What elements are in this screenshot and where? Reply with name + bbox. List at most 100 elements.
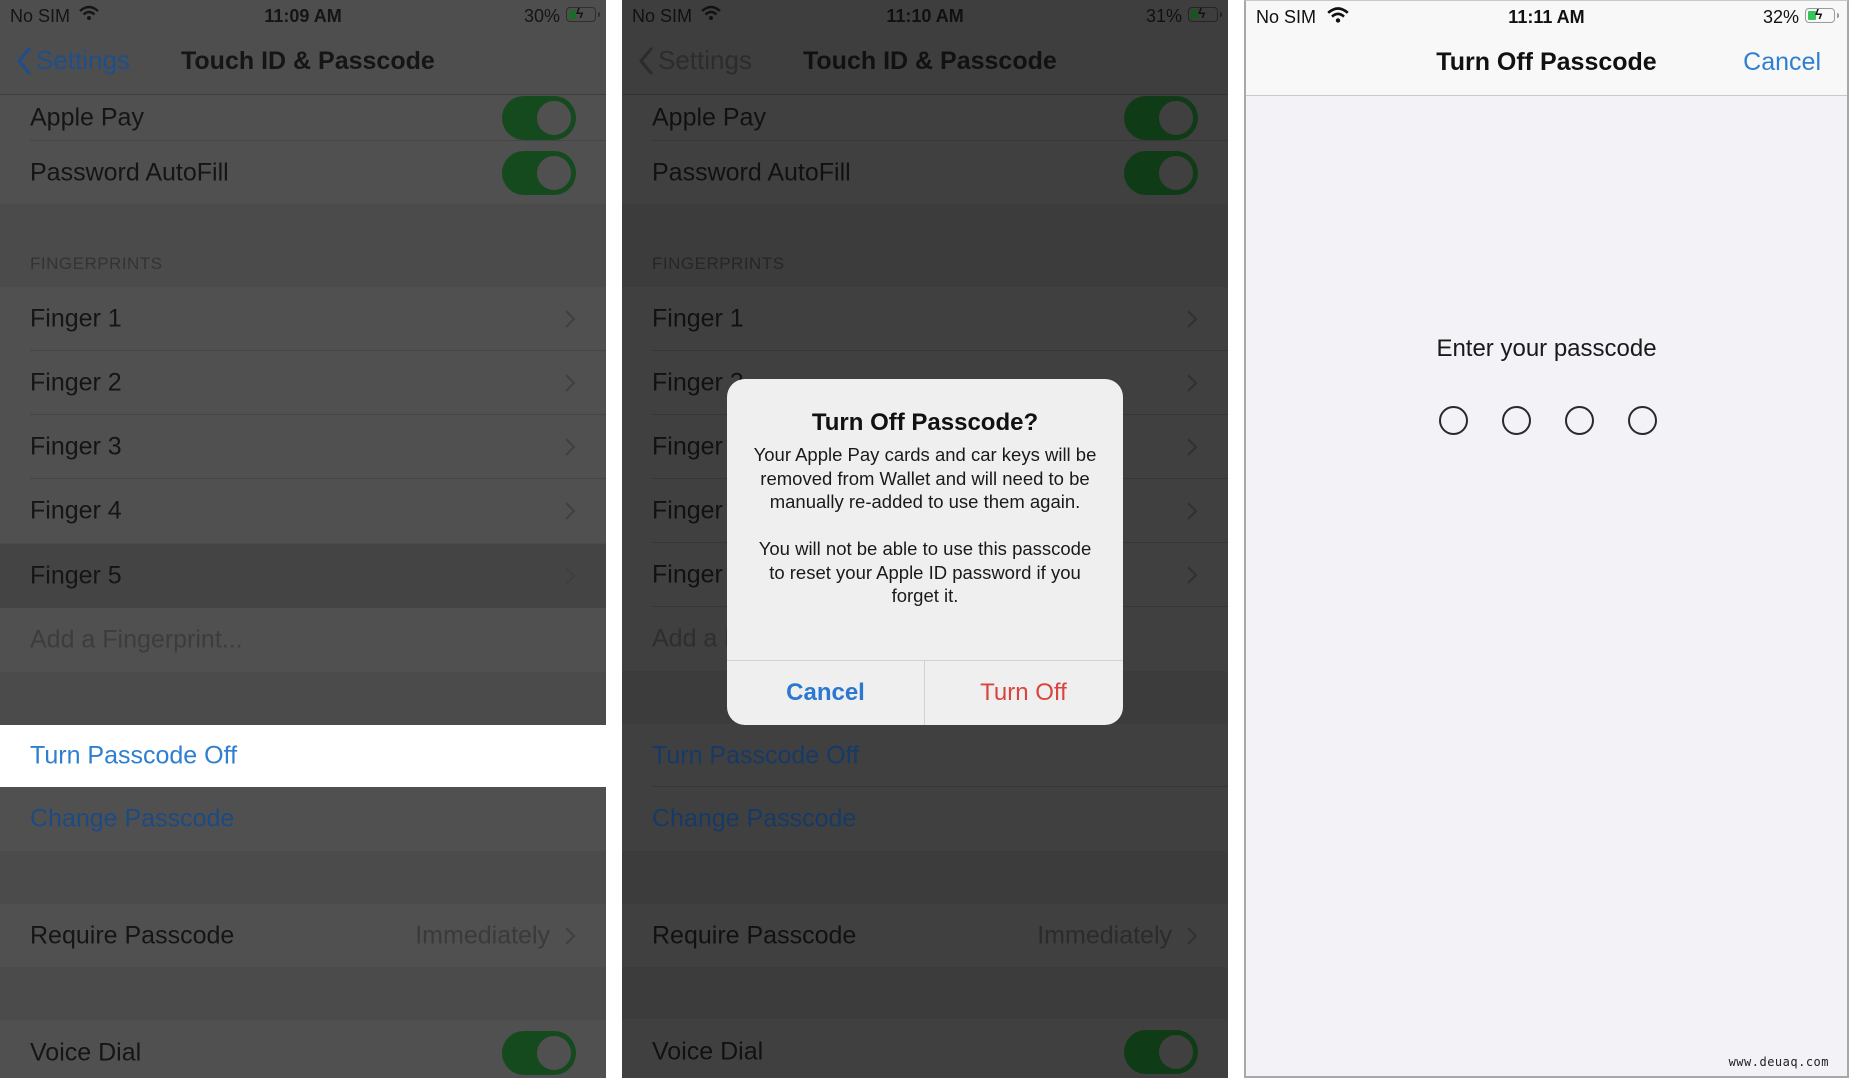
voice-dial-toggle[interactable] [502,1031,576,1075]
chevron-right-icon [1187,502,1198,520]
chevron-right-icon [1187,926,1198,945]
navigation-bar: Settings Touch ID & Passcode [622,32,1228,95]
row-label: Turn Passcode Off [652,741,860,769]
require-passcode-value: Immediately [1037,921,1172,949]
finger-row[interactable]: Finger 2 [0,351,606,415]
password-autofill-toggle[interactable] [502,150,576,195]
passcode-digit-indicator [1628,406,1657,435]
require-passcode-row[interactable]: Require Passcode Immediately [622,904,1228,967]
clock: 11:10 AM [886,6,964,26]
back-button[interactable]: Settings [638,45,752,76]
require-passcode-value: Immediately [415,921,550,949]
chevron-right-icon [565,438,576,456]
chevron-right-icon [1187,438,1198,456]
chevron-right-icon [1187,310,1198,328]
alert-title: Turn Off Passcode? [811,409,1039,436]
battery-charging-icon: ϟ [1805,6,1839,23]
battery-percent: 30% [523,6,560,26]
chevron-left-icon [639,46,653,75]
page-title: Touch ID & Passcode [181,47,435,75]
change-passcode-button[interactable]: Change Passcode [622,787,1228,851]
row-label: Finger 2 [30,368,122,397]
finger-row[interactable]: Finger 1 [0,287,606,351]
turn-off-passcode-alert: Turn Off Passcode? Your Apple Pay cards … [727,379,1123,725]
finger-row[interactable]: Finger 1 [622,287,1228,351]
settings-screen-touch-id-passcode: No SIM 11:09 AM 30% ϟ Settings Touch ID … [0,0,606,1078]
watermark: www.deuaq.com [1728,1055,1829,1069]
row-label: Finger 3 [30,432,122,461]
alert-message-paragraph: Your Apple Pay cards and car keys will b… [753,444,1097,512]
row-label: Finger 1 [652,304,744,333]
turn-passcode-off-button[interactable]: Turn Passcode Off [622,724,1228,787]
row-label: Turn Passcode Off [30,741,238,770]
settings-screen-with-alert: No SIM 11:10 AM 31% ϟ Settings Touch ID … [622,0,1228,1078]
passcode-digit-indicator [1502,406,1531,435]
battery-charging-icon: ϟ [1188,5,1222,22]
row-label: Voice Dial [652,1037,764,1066]
chevron-right-icon [565,567,576,585]
section-header-fingerprints: FINGERPRINTS [30,254,163,273]
status-bar: No SIM 11:09 AM 30% ϟ [0,0,606,32]
row-label: Password AutoFill [652,158,851,186]
finger-row[interactable]: Finger 4 [0,479,606,543]
voice-dial-row: Voice Dial [622,1019,1228,1078]
chevron-left-icon [17,46,31,75]
row-label: Apple Pay [652,103,766,132]
page-title: Touch ID & Passcode [803,47,1057,75]
chevron-right-icon [1187,374,1198,392]
change-passcode-button[interactable]: Change Passcode [0,787,606,851]
row-label: Change Passcode [30,804,235,833]
finger-row[interactable]: Finger 5 [0,544,606,608]
passcode-digit-indicator [1439,406,1468,435]
status-bar: No SIM 11:11 AM 32% ϟ [1246,1,1847,33]
navigation-bar: Settings Touch ID & Passcode [0,32,606,95]
password-autofill-toggle[interactable] [1124,150,1198,195]
password-autofill-row: Password AutoFill [0,141,606,204]
row-label: Require Passcode [652,921,857,949]
row-label: Voice Dial [30,1038,142,1067]
chevron-right-icon [565,926,576,945]
alert-cancel-button[interactable]: Cancel [727,661,924,725]
apple-pay-row: Apple Pay [622,95,1228,141]
finger-row[interactable]: Finger 3 [0,415,606,479]
battery-charging-icon: ϟ [566,5,600,22]
chevron-right-icon [565,310,576,328]
alert-turn-off-button[interactable]: Turn Off [925,661,1122,725]
password-autofill-row: Password AutoFill [622,141,1228,204]
passcode-input[interactable] [1246,406,1847,436]
cancel-button[interactable]: Cancel [1743,48,1821,77]
require-passcode-row[interactable]: Require Passcode Immediately [0,904,606,967]
row-label: Finger [652,432,723,461]
clock: 11:09 AM [264,6,342,26]
chevron-right-icon [1187,566,1198,584]
chevron-right-icon [565,374,576,392]
back-button[interactable]: Settings [16,45,130,76]
row-label: Add a Fingerprint... [30,625,243,654]
passcode-digit-indicator [1565,406,1594,435]
battery-percent: 31% [1145,6,1182,26]
voice-dial-toggle[interactable] [1124,1030,1198,1074]
section-header-fingerprints: FINGERPRINTS [652,254,785,273]
row-label: Password AutoFill [30,158,229,186]
back-label: Settings [36,45,130,75]
alert-message-paragraph: You will not be able to use this passcod… [758,538,1092,606]
passcode-prompt: Enter your passcode [1436,335,1657,362]
row-label: Finger 4 [30,496,122,525]
row-label: Apple Pay [30,103,144,132]
row-label: Finger [652,496,723,525]
row-label: Change Passcode [652,804,857,833]
row-label: Finger 1 [30,304,122,333]
status-bar: No SIM 11:10 AM 31% ϟ [622,0,1228,32]
apple-pay-toggle[interactable] [502,96,576,140]
clock: 11:11 AM [1508,7,1585,27]
apple-pay-row: Apple Pay [0,95,606,141]
enter-passcode-screen: No SIM 11:11 AM 32% ϟ Turn Off Passcode … [1244,0,1849,1078]
turn-passcode-off-button[interactable]: Turn Passcode Off [0,725,606,787]
row-label: Require Passcode [30,921,235,949]
add-fingerprint-row[interactable]: Add a Fingerprint... [0,608,606,672]
chevron-right-icon [565,502,576,520]
divider [1246,95,1847,96]
battery-percent: 32% [1762,7,1799,27]
navigation-bar: Turn Off Passcode Cancel [1246,33,1847,96]
apple-pay-toggle[interactable] [1124,96,1198,140]
